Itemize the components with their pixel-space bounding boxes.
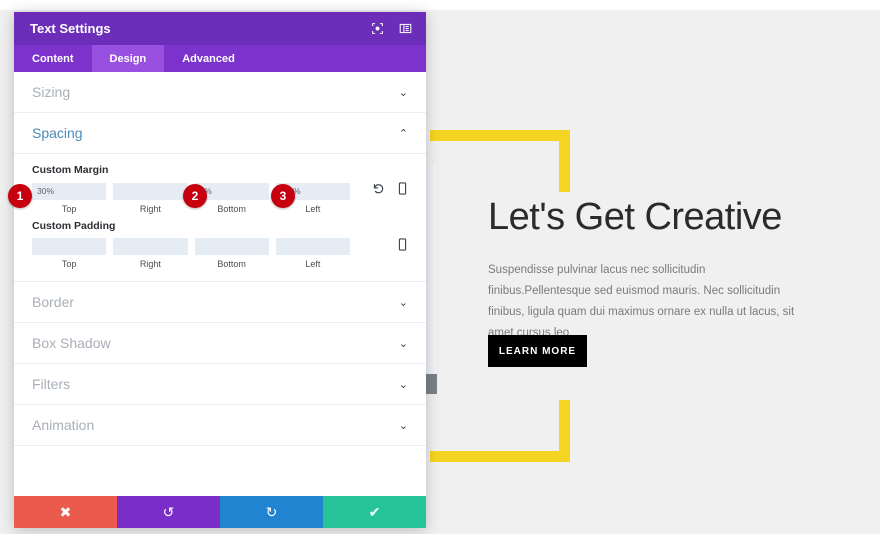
tab-design[interactable]: Design xyxy=(91,45,165,72)
margin-top-label: Top xyxy=(61,203,77,214)
margin-top-input[interactable] xyxy=(32,182,107,200)
chevron-down-icon: ⌄ xyxy=(398,86,408,99)
redo-button[interactable]: ↻ xyxy=(220,496,323,528)
spacing-section-body: Custom Margin Top Right Bottom xyxy=(14,154,426,282)
panel-header: Text Settings xyxy=(14,12,426,45)
text-settings-panel: Text Settings Content Design Advanced Si… xyxy=(14,12,426,528)
padding-bottom-cell: Bottom xyxy=(194,237,269,269)
padding-top-cell: Top xyxy=(32,237,107,269)
section-border-label: Border xyxy=(32,294,75,310)
section-spacing-label: Spacing xyxy=(32,125,83,141)
padding-left-input[interactable] xyxy=(275,238,350,255)
custom-padding-label: Custom Padding xyxy=(32,219,116,232)
margin-right-cell: Right xyxy=(113,181,188,214)
yellow-bracket-top-vertical xyxy=(559,130,570,192)
chevron-down-icon: ⌄ xyxy=(398,419,408,432)
section-animation[interactable]: Animation ⌄ xyxy=(14,405,426,446)
reset-margin-icon[interactable] xyxy=(372,182,385,195)
section-spacing[interactable]: Spacing ⌃ xyxy=(14,113,426,154)
margin-top-cell: Top xyxy=(32,181,107,214)
padding-right-cell: Right xyxy=(113,237,188,269)
padding-bottom-input[interactable] xyxy=(194,238,269,255)
margin-right-input[interactable] xyxy=(113,182,188,200)
section-filters-label: Filters xyxy=(32,376,71,392)
panel-body: Sizing ⌄ Spacing ⌃ Custom Margin Top Rig… xyxy=(14,72,426,496)
tab-advanced[interactable]: Advanced xyxy=(164,45,253,72)
section-border[interactable]: Border ⌄ xyxy=(14,282,426,323)
yellow-bracket-bottom-horizontal xyxy=(430,451,570,462)
annotation-marker-2: 2 xyxy=(183,184,207,208)
custom-padding-row: Top Right Bottom Left xyxy=(32,237,408,269)
focus-target-icon[interactable] xyxy=(368,20,386,38)
hero-title: Let's Get Creative xyxy=(488,196,782,238)
responsive-device-icon-padding[interactable] xyxy=(397,237,408,251)
cancel-button[interactable]: ✖ xyxy=(14,496,117,528)
margin-bottom-label: Bottom xyxy=(217,203,246,214)
panel-title: Text Settings xyxy=(30,21,111,36)
tab-content[interactable]: Content xyxy=(14,45,92,72)
panel-footer: ✖ ↺ ↻ ✔ xyxy=(14,496,426,528)
chevron-down-icon: ⌄ xyxy=(398,337,408,350)
section-box-shadow-label: Box Shadow xyxy=(32,335,111,351)
margin-right-label: Right xyxy=(139,203,161,214)
chevron-down-icon: ⌄ xyxy=(398,378,408,391)
website-preview: Let's Get Creative Suspendisse pulvinar … xyxy=(430,10,880,534)
padding-left-label: Left xyxy=(305,259,321,269)
section-sizing-label: Sizing xyxy=(32,84,71,100)
tab-bar: Content Design Advanced xyxy=(14,45,426,72)
section-animation-label: Animation xyxy=(32,417,95,433)
padding-top-input[interactable] xyxy=(32,238,107,255)
padding-left-cell: Left xyxy=(275,237,350,269)
padding-bottom-label: Bottom xyxy=(217,259,246,269)
custom-margin-row: Top Right Bottom Left xyxy=(32,181,408,214)
section-filters[interactable]: Filters ⌄ xyxy=(14,364,426,405)
chevron-down-icon: ⌄ xyxy=(398,296,408,309)
chevron-up-icon: ⌃ xyxy=(398,127,408,140)
padding-top-label: Top xyxy=(61,259,77,269)
section-box-shadow[interactable]: Box Shadow ⌄ xyxy=(14,323,426,364)
custom-margin-label: Custom Margin xyxy=(32,164,109,176)
responsive-device-icon[interactable] xyxy=(397,182,408,195)
panel-layout-icon[interactable] xyxy=(396,20,414,38)
learn-more-button[interactable]: LEARN MORE xyxy=(488,335,587,367)
hero-paragraph: Suspendisse pulvinar lacus nec sollicitu… xyxy=(488,264,795,339)
annotation-marker-3: 3 xyxy=(271,184,295,208)
annotation-marker-1: 1 xyxy=(8,184,32,208)
section-sizing[interactable]: Sizing ⌄ xyxy=(14,72,426,113)
padding-right-input[interactable] xyxy=(113,238,188,255)
padding-right-label: Right xyxy=(139,259,161,269)
save-button[interactable]: ✔ xyxy=(323,496,426,528)
undo-button[interactable]: ↺ xyxy=(117,496,220,528)
yellow-bracket-top-horizontal xyxy=(430,130,570,141)
